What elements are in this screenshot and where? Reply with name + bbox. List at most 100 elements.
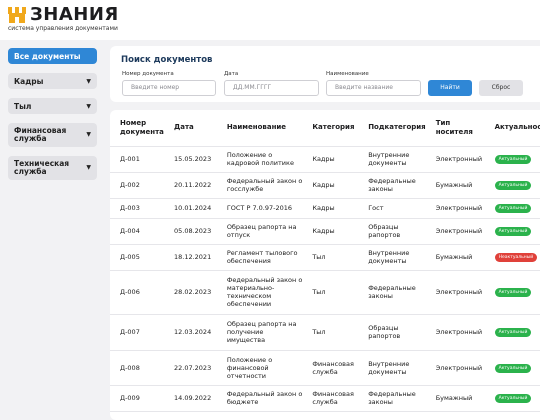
doc-status: Неактуальный (484, 244, 540, 271)
doc-subcategory: Федеральные законы (358, 172, 426, 199)
app-subtitle: система управления документами (8, 25, 118, 32)
table-row[interactable]: Д-007 12.03.2024 Образец рапорта на получе… (110, 314, 540, 351)
doc-date: 22.07.2023 (163, 350, 217, 386)
doc-date: 05.08.2023 (163, 218, 217, 245)
column-header-subcategory[interactable]: Подкатегория (358, 110, 426, 147)
doc-medium: Электронный (425, 314, 485, 351)
doc-subcategory: Образцы рапортов (358, 314, 426, 351)
column-header-status[interactable]: Актуальность (484, 110, 540, 147)
doc-date: 10.01.2024 (163, 198, 217, 219)
doc-medium: Электронный (425, 218, 485, 245)
status-badge: Актуальный (494, 181, 532, 190)
doc-number: Д-001 (110, 146, 164, 173)
table-header-row: Номер документа Дата Наименование Катего… (110, 110, 540, 147)
column-header-medium[interactable]: Тип носителя (425, 110, 485, 147)
table-row[interactable]: Д-001 15.05.2023 Положение о кадровой поли… (110, 146, 540, 173)
chevron-down-icon: ▼ (86, 102, 91, 110)
doc-status: Актуальный (484, 172, 540, 199)
name-input[interactable]: Введите название (326, 80, 421, 96)
doc-category: Тыл (302, 244, 359, 271)
doc-name: Федеральный закон о материально-техничес… (216, 270, 303, 315)
doc-subcategory: Внутренние документы (358, 244, 426, 271)
doc-category: Тыл (302, 270, 359, 315)
doc-number: Д-008 (110, 350, 164, 386)
number-input[interactable]: Введите номер (122, 80, 216, 96)
doc-date: 15.05.2023 (163, 146, 217, 173)
doc-number: Д-005 (110, 244, 164, 271)
status-badge: Актуальный (494, 288, 532, 297)
doc-name: Образец рапорта на отпуск (216, 218, 303, 245)
table-row[interactable]: Д-003 10.01.2024 ГОСТ Р 7.0.97-2016 Кадры Го… (110, 198, 540, 219)
doc-date: 20.11.2022 (163, 172, 217, 199)
sidebar-item-technical[interactable]: Техническая служба ▼ (8, 156, 97, 180)
table-row[interactable]: Д-006 28.02.2023 Федеральный закон о матер… (110, 270, 540, 315)
sidebar-item-all-documents[interactable]: Все документы (8, 48, 97, 64)
doc-category: Финансовая служба (302, 350, 359, 386)
search-panel: Поиск документов Номер документа Введите… (110, 46, 540, 102)
doc-medium: Электронный (425, 270, 485, 315)
sidebar-item-logistics[interactable]: Тыл ▼ (8, 98, 97, 114)
table-row[interactable]: Д-005 18.12.2021 Регламент тылового обеспе… (110, 244, 540, 271)
reset-button[interactable]: Сброс (479, 80, 523, 96)
doc-subcategory: Гост (358, 198, 426, 219)
chevron-down-icon: ▼ (86, 164, 91, 171)
logo[interactable]: ЗНАНИЯ (8, 6, 119, 24)
documents-table: Номер документа Дата Наименование Катего… (110, 110, 540, 412)
table-row[interactable]: Д-008 22.07.2023 Положение о финансовой от… (110, 350, 540, 386)
sidebar-item-finance[interactable]: Финансовая служба ▼ (8, 123, 97, 147)
table-body: Д-001 15.05.2023 Положение о кадровой поли… (110, 146, 540, 412)
status-badge: Актуальный (494, 363, 532, 373)
doc-date: 12.03.2024 (163, 314, 217, 351)
status-badge: Актуальный (494, 204, 532, 213)
doc-date: 14.09.2022 (163, 385, 217, 412)
doc-subcategory: Федеральные законы (358, 270, 426, 315)
sidebar-item-label: Тыл (14, 101, 32, 111)
app-title: ЗНАНИЯ (30, 4, 119, 25)
doc-status: Актуальный (484, 314, 540, 351)
doc-medium: Электронный (425, 350, 485, 386)
sidebar-item-label: Кадры (14, 76, 44, 86)
sidebar: Все документы Кадры ▼ Тыл ▼ Финансовая с… (8, 48, 97, 189)
doc-medium: Бумажный (425, 385, 485, 412)
sidebar-item-label: Финансовая служба (14, 126, 67, 143)
doc-subcategory: Внутренние документы (358, 350, 426, 386)
number-label: Номер документа (122, 71, 174, 77)
logo-icon (8, 7, 26, 23)
doc-name: Положение о финансовой отчетности (216, 350, 303, 386)
doc-status: Актуальный (484, 270, 540, 315)
column-header-name[interactable]: Наименование (216, 110, 303, 147)
doc-name: Образец рапорта на получение имущества (216, 314, 303, 351)
doc-status: Актуальный (484, 385, 540, 412)
table-row[interactable]: Д-004 05.08.2023 Образец рапорта на отпуск… (110, 218, 540, 245)
table-row[interactable]: Д-002 20.11.2022 Федеральный закон о госсл… (110, 172, 540, 199)
doc-medium: Бумажный (425, 244, 485, 271)
sidebar-item-label: Все документы (14, 51, 81, 61)
doc-number: Д-003 (110, 198, 164, 219)
find-button[interactable]: Найти (428, 80, 472, 96)
app-header: ЗНАНИЯ система управления документами (0, 0, 540, 40)
doc-category: Кадры (302, 146, 359, 173)
chevron-down-icon: ▼ (86, 131, 91, 138)
table-row[interactable]: Д-009 14.09.2022 Федеральный закон о бюдже… (110, 385, 540, 412)
column-header-date[interactable]: Дата (163, 110, 217, 147)
doc-status: Актуальный (484, 146, 540, 173)
status-badge: Актуальный (494, 155, 532, 164)
doc-name: ГОСТ Р 7.0.97-2016 (216, 198, 303, 219)
date-label: Дата (224, 71, 239, 77)
column-header-number[interactable]: Номер документа (110, 110, 164, 147)
doc-category: Кадры (302, 172, 359, 199)
doc-number: Д-006 (110, 270, 164, 315)
doc-category: Кадры (302, 198, 359, 219)
sidebar-item-personnel[interactable]: Кадры ▼ (8, 73, 97, 89)
doc-number: Д-009 (110, 385, 164, 412)
date-input[interactable]: ДД.ММ.ГГГГ (224, 80, 319, 96)
doc-name: Федеральный закон о госслужбе (216, 172, 303, 199)
sidebar-item-label: Техническая служба (14, 159, 70, 176)
status-badge: Неактуальный (494, 253, 538, 262)
column-header-category[interactable]: Категория (302, 110, 359, 147)
doc-subcategory: Федеральные законы (358, 385, 426, 412)
doc-status: Актуальный (484, 218, 540, 245)
doc-status: Актуальный (484, 350, 540, 386)
doc-medium: Электронный (425, 146, 485, 173)
chevron-down-icon: ▼ (86, 77, 91, 85)
